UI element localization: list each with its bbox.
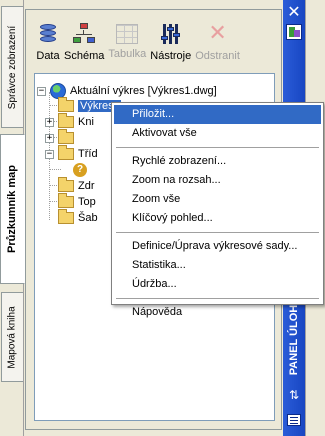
tab-display-manager-label: Správce zobrazení	[7, 25, 19, 109]
tree-node-topologies-label: Top	[78, 196, 96, 208]
remove-button[interactable]: ✕ Odstranit	[193, 17, 242, 69]
menu-separator	[116, 232, 319, 233]
menu-item-activate-all[interactable]: Aktivovat vše	[114, 124, 321, 143]
tree-root-label: Aktuální výkres [Výkres1.dwg]	[70, 85, 217, 97]
tree-node-templates-label: Šab	[78, 212, 98, 224]
menu-item-help[interactable]: Nápověda	[114, 303, 321, 322]
context-menu: Přiložit... Aktivovat vše Rychlé zobraze…	[111, 102, 324, 318]
schema-button[interactable]: Schéma	[62, 17, 106, 69]
options-menu-icon[interactable]	[287, 414, 301, 426]
close-icon[interactable]: ✕	[286, 4, 302, 20]
menu-item-attach[interactable]: Přiložit...	[114, 105, 321, 124]
tree-node-topologies[interactable]: Top	[45, 193, 96, 210]
tab-map-book[interactable]: Mapová kniha	[1, 292, 23, 382]
tree-node-sources[interactable]: Zdr	[45, 177, 95, 194]
folder-icon	[58, 129, 74, 144]
table-button[interactable]: Tabulka	[106, 17, 148, 69]
task-pane-window: Správce zobrazení Průzkumník map Mapová …	[0, 0, 325, 436]
folder-icon	[58, 177, 74, 192]
folder-icon	[58, 97, 74, 112]
menu-item-key-view[interactable]: Klíčový pohled...	[114, 209, 321, 228]
table-button-label: Tabulka	[108, 48, 147, 60]
data-button[interactable]: Data	[34, 17, 62, 69]
menu-item-statistics[interactable]: Statistika...	[114, 256, 321, 275]
collapse-icon[interactable]: −	[37, 86, 46, 96]
folder-icon	[58, 209, 74, 224]
schema-icon	[72, 22, 96, 46]
menu-item-quick-view[interactable]: Rychlé zobrazení...	[114, 152, 321, 171]
folder-icon	[58, 193, 74, 208]
menu-item-zoom-extents[interactable]: Zoom na rozsah...	[114, 171, 321, 190]
tree-node-templates[interactable]: Šab	[45, 209, 98, 226]
menu-item-maintenance[interactable]: Údržba...	[114, 275, 321, 294]
collapse-icon[interactable]: −	[45, 149, 54, 159]
menu-item-zoom-all[interactable]: Zoom vše	[114, 190, 321, 209]
question-icon: ?	[73, 163, 87, 177]
data-button-label: Data	[36, 50, 60, 62]
folder-icon	[58, 113, 74, 128]
tree-node-classes-label: Tříd	[78, 148, 98, 160]
tree-node-libraries[interactable]: + Kni	[45, 113, 94, 130]
tree-node-drawings[interactable]: Výkresy	[45, 97, 122, 114]
tree-node-unknown[interactable]: ?	[73, 162, 91, 178]
tab-map-explorer-label: Průzkumník map	[6, 164, 19, 254]
tools-button[interactable]: Nástroje	[148, 17, 193, 69]
tab-display-manager[interactable]: Správce zobrazení	[1, 6, 23, 128]
database-icon	[36, 22, 60, 46]
tree-node-classes-expanded[interactable]: − Tříd	[45, 145, 98, 162]
tree-node-classes[interactable]: +	[45, 129, 78, 146]
toolbar: Data Schéma Tabulka Nástroje ✕ Odstranit	[34, 17, 242, 69]
menu-separator	[116, 147, 319, 148]
schema-button-label: Schéma	[64, 50, 105, 62]
tab-map-explorer[interactable]: Průzkumník map	[0, 134, 25, 284]
autohide-icon[interactable]: ⇅	[286, 388, 302, 404]
expand-icon[interactable]: +	[45, 117, 54, 127]
sliders-icon	[159, 22, 183, 46]
remove-button-label: Odstranit	[195, 50, 240, 62]
properties-icon[interactable]	[286, 24, 302, 40]
menu-separator	[116, 298, 319, 299]
folder-icon	[58, 145, 74, 160]
tree-node-libraries-label: Kni	[78, 116, 94, 128]
menu-item-define-drawing-set[interactable]: Definice/Úprava výkresové sady...	[114, 237, 321, 256]
left-tab-strip: Správce zobrazení Průzkumník map Mapová …	[0, 0, 25, 436]
expand-icon[interactable]: +	[45, 133, 54, 143]
tools-button-label: Nástroje	[150, 50, 192, 62]
remove-x-icon: ✕	[208, 21, 227, 46]
tree-node-sources-label: Zdr	[78, 180, 95, 192]
tab-map-book-label: Mapová kniha	[7, 305, 19, 369]
table-icon	[116, 24, 139, 44]
